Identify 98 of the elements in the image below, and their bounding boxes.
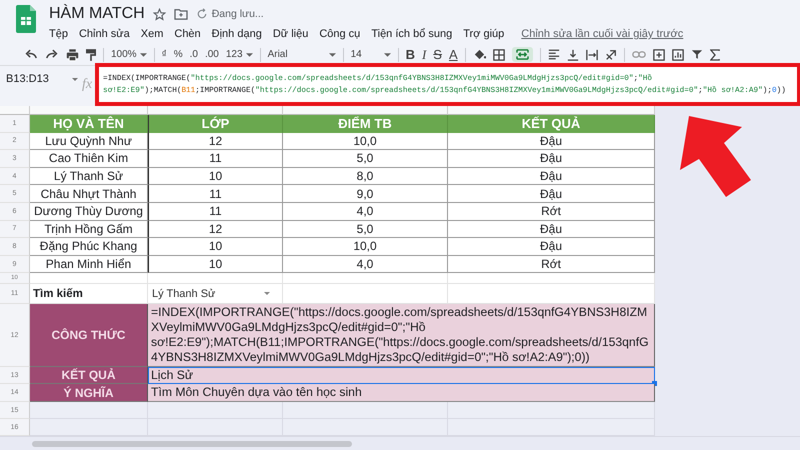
table-cell: 4,0: [283, 202, 448, 221]
table-cell: Đậu: [448, 168, 655, 186]
caret-icon: [264, 292, 270, 296]
table-cell: Rớt: [448, 256, 655, 274]
table-cell: 11: [148, 185, 283, 203]
table-cell: Cao Thiên Kim: [30, 150, 148, 168]
chart-icon[interactable]: [672, 48, 684, 60]
table-cell: Phan Minh Hiển: [30, 256, 148, 274]
currency-button[interactable]: ₫: [162, 49, 167, 60]
sum-icon[interactable]: [710, 48, 720, 60]
sheets-logo-icon[interactable]: [16, 5, 36, 33]
menu-item[interactable]: Trợ giúp: [463, 28, 504, 40]
table-cell: Lý Thanh Sử: [30, 168, 148, 186]
label-cell: KẾT QUẢ: [30, 367, 148, 384]
redo-icon[interactable]: [45, 49, 59, 60]
table-cell: Đậu: [448, 132, 655, 150]
font-dropdown[interactable]: Arial: [268, 49, 336, 60]
caret-icon: [72, 78, 78, 81]
number-format-dropdown[interactable]: 123: [226, 49, 253, 60]
menu-item[interactable]: Dữ liệu: [272, 28, 308, 40]
column-heading: LỚP: [148, 115, 283, 133]
text-color-button[interactable]: A: [448, 47, 458, 62]
folder-icon[interactable]: [174, 8, 188, 20]
zoom-dropdown[interactable]: 100%: [111, 49, 147, 60]
label-cell: Ý NGHĨA: [30, 384, 148, 402]
italic-button[interactable]: I: [422, 46, 426, 62]
filter-icon[interactable]: [690, 49, 703, 60]
table-cell: Dương Thùy Dương: [30, 202, 148, 221]
table-cell: Rớt: [448, 202, 655, 221]
table-cell: 11: [148, 202, 283, 221]
table-cell: 10: [148, 256, 283, 274]
table-cell: Đậu: [448, 150, 655, 168]
menu-item[interactable]: Tệp: [49, 28, 68, 40]
percent-button[interactable]: %: [174, 49, 183, 60]
label-cell: CÔNG THỨC: [30, 304, 148, 368]
undo-icon[interactable]: [24, 49, 38, 60]
menu-item[interactable]: Xem: [140, 28, 164, 40]
table-cell: Đậu: [448, 185, 655, 203]
decrease-decimals-button[interactable]: .0: [190, 49, 198, 60]
menu-item[interactable]: Chèn: [174, 28, 201, 40]
table-cell: 10,0: [283, 132, 448, 150]
menu-item[interactable]: Tiện ích bổ sung: [371, 28, 452, 40]
table-cell: 8,0: [283, 168, 448, 186]
menu-item[interactable]: Chỉnh sửa: [78, 28, 130, 40]
value-cell[interactable]: Tìm Môn Chuyên dựa vào tên học sinh: [148, 384, 655, 402]
caret-icon: [140, 52, 147, 56]
table-cell: 9,0: [283, 185, 448, 203]
table-cell: 10: [148, 238, 283, 256]
increase-decimals-button[interactable]: .00: [204, 49, 219, 60]
column-heading: HỌ VÀ TÊN: [30, 115, 148, 133]
table-cell: Đậu: [448, 238, 655, 256]
value-cell[interactable]: Lịch Sử: [148, 367, 655, 384]
bold-button[interactable]: B: [406, 47, 415, 62]
table-cell: Đặng Phúc Khang: [30, 238, 148, 256]
table-cell: 10: [148, 168, 283, 186]
table-cell: Lưu Quỳnh Như: [30, 132, 148, 150]
paint-format-icon[interactable]: [86, 48, 96, 60]
sync-icon: [196, 8, 208, 20]
column-heading: KẾT QUẢ: [448, 115, 655, 133]
column-heading: ĐIỂM TB: [283, 115, 448, 133]
last-edit-link[interactable]: Chỉnh sửa lần cuối vài giây trước: [521, 28, 684, 40]
document-title[interactable]: HÀM MATCH: [49, 5, 145, 23]
table-cell: 12: [148, 132, 283, 150]
print-icon[interactable]: [66, 48, 79, 60]
text-wrap-icon[interactable]: [586, 48, 598, 60]
caret-icon: [246, 52, 253, 56]
table-cell: Trịnh Hồng Gấm: [30, 220, 148, 238]
table-cell: Châu Nhựt Thành: [30, 185, 148, 203]
caret-icon: [384, 52, 391, 56]
table-cell: 5,0: [283, 150, 448, 168]
table-cell: Đậu: [448, 220, 655, 238]
caret-icon: [328, 52, 336, 56]
value-cell[interactable]: =INDEX(IMPORTRANGE("https://docs.google.com/spreadsheets/d/153qnfG4YBNS3H8IZMXVeylmiMWV0Ga9LMdgHjzs3pcQ/edit#gid=0";"Hồ sơ!E2:E9");MATCH(B11;IMPORTRANGE("https://docs.google.com/spreadsheets/d/153qnfG4YBNS3H8IZMXVeylmiMWV0Ga9LMdgHjzs3pcQ/edit#gid=0";"Hồ sơ!A2:A9");0)): [148, 304, 655, 368]
corner-cell[interactable]: [0, 106, 30, 115]
name-box[interactable]: B13:D13: [0, 66, 78, 87]
link-icon[interactable]: [632, 51, 646, 58]
table-cell: 5,0: [283, 220, 448, 238]
borders-icon[interactable]: [492, 48, 505, 60]
star-icon[interactable]: [152, 8, 166, 20]
font-size-dropdown[interactable]: 14: [350, 49, 391, 60]
vertical-align-icon[interactable]: [566, 48, 579, 60]
merge-cells-button[interactable]: [512, 47, 533, 62]
fill-color-icon[interactable]: [472, 48, 486, 61]
search-label: Tìm kiếm: [30, 284, 148, 304]
menu-item[interactable]: Công cụ: [319, 28, 360, 40]
menu-item[interactable]: Định dạng: [212, 28, 262, 40]
table-cell: 12: [148, 220, 283, 238]
comment-icon[interactable]: [652, 48, 665, 60]
saving-status: Đang lưu...: [212, 8, 264, 20]
name-dropdown[interactable]: Lý Thanh Sử: [148, 284, 283, 304]
table-cell: 4,0: [283, 256, 448, 274]
table-cell: 10,0: [283, 238, 448, 256]
align-icon[interactable]: [548, 49, 560, 60]
strikethrough-button[interactable]: S: [433, 47, 442, 62]
table-cell: 11: [148, 150, 283, 168]
text-rotation-icon[interactable]: [604, 48, 617, 60]
fx-label: fx: [82, 76, 94, 94]
horizontal-scrollbar[interactable]: [32, 441, 352, 448]
